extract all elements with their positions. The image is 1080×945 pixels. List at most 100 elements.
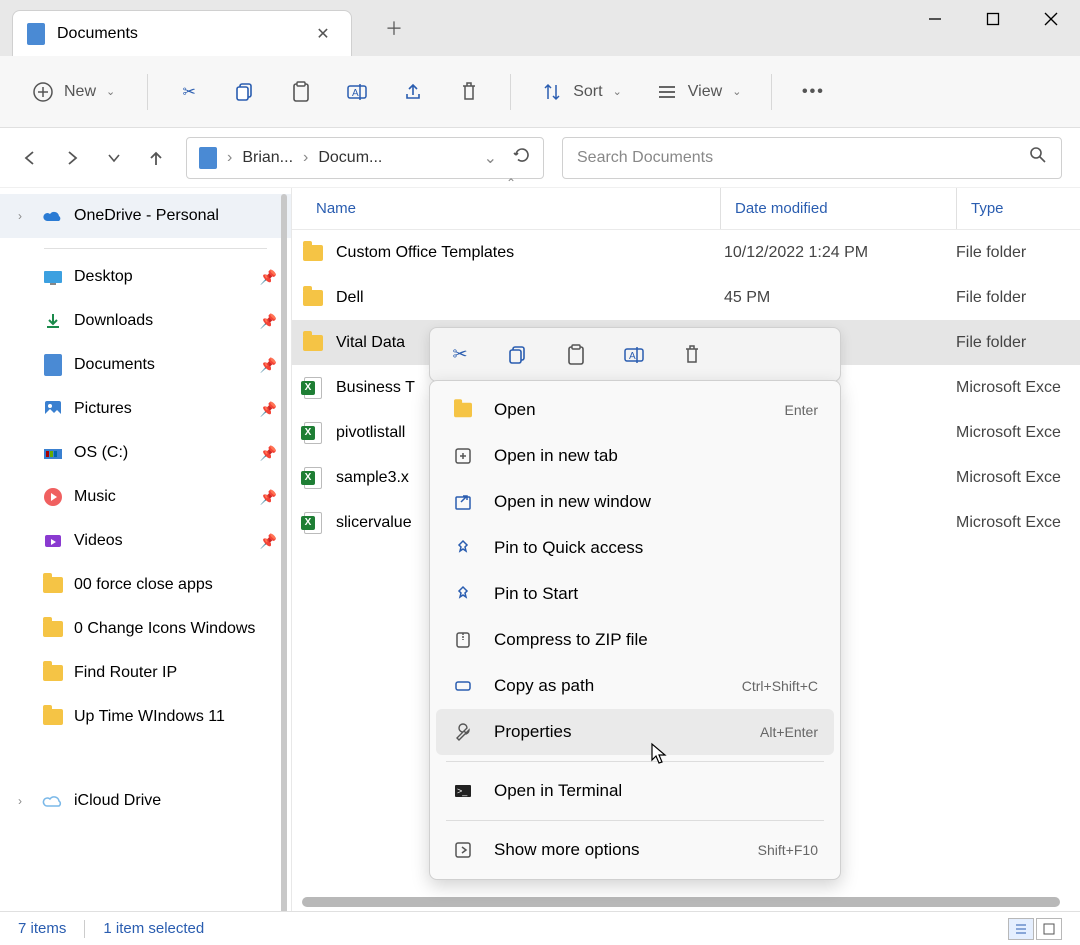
- table-row[interactable]: Dell 45 PM File folder: [292, 275, 1080, 320]
- more-icon: [452, 839, 474, 861]
- search-input[interactable]: Search Documents: [562, 137, 1062, 179]
- context-menu-item[interactable]: >_ Open in Terminal: [436, 768, 834, 814]
- cut-button[interactable]: ✂: [168, 72, 210, 112]
- sort-icon: [541, 81, 563, 103]
- separator: [771, 74, 772, 110]
- thumbnail-view-button[interactable]: [1036, 918, 1062, 940]
- sidebar-icon: [42, 618, 64, 640]
- sidebar-item[interactable]: Find Router IP: [0, 651, 291, 695]
- context-menu-label: Properties: [494, 722, 571, 742]
- column-type[interactable]: Type: [956, 188, 1004, 229]
- context-menu-label: Copy as path: [494, 676, 594, 696]
- separator: [510, 74, 511, 110]
- sidebar-item[interactable]: Desktop 📌: [0, 255, 291, 299]
- context-menu-item[interactable]: Open in new tab: [436, 433, 834, 479]
- pin-icon: [452, 583, 474, 605]
- copy-button[interactable]: [224, 72, 266, 112]
- breadcrumb[interactable]: Docum...: [318, 149, 382, 167]
- copy-icon[interactable]: [506, 343, 530, 367]
- chevron-down-icon: ⌄: [613, 85, 622, 98]
- clipboard-icon[interactable]: [564, 343, 588, 367]
- close-tab-icon[interactable]: ✕: [309, 20, 337, 48]
- file-type: Microsoft Exce: [956, 469, 1061, 487]
- close-window-button[interactable]: [1022, 0, 1080, 38]
- sidebar-item-onedrive[interactable]: › OneDrive - Personal: [0, 194, 291, 238]
- forward-button[interactable]: [60, 146, 84, 170]
- context-menu-item[interactable]: Pin to Start: [436, 571, 834, 617]
- separator: [84, 920, 85, 938]
- delete-button[interactable]: [448, 72, 490, 112]
- excel-icon: [302, 512, 324, 534]
- sidebar-icon: [42, 530, 64, 552]
- context-menu-item[interactable]: Open in new window: [436, 479, 834, 525]
- sidebar-item[interactable]: 00 force close apps: [0, 563, 291, 607]
- ellipsis-icon: •••: [802, 81, 824, 103]
- back-button[interactable]: [18, 146, 42, 170]
- rename-button[interactable]: A: [336, 72, 378, 112]
- sidebar-item-label: Documents: [74, 356, 155, 374]
- new-button[interactable]: New ⌄: [20, 72, 127, 112]
- column-name[interactable]: Name: [316, 200, 720, 217]
- pin-icon: 📌: [260, 357, 277, 374]
- details-view-button[interactable]: [1008, 918, 1034, 940]
- sort-button[interactable]: Sort ⌄: [531, 72, 632, 112]
- selection-count: 1 item selected: [103, 920, 204, 937]
- context-menu-item[interactable]: Compress to ZIP file: [436, 617, 834, 663]
- sidebar-item-icloud[interactable]: › iCloud Drive: [0, 779, 291, 823]
- context-menu-item[interactable]: Copy as path Ctrl+Shift+C: [436, 663, 834, 709]
- new-tab-button[interactable]: ＋: [380, 14, 408, 42]
- column-date[interactable]: Date modified: [720, 188, 930, 229]
- scrollbar-thumb[interactable]: [281, 194, 287, 911]
- sidebar-item[interactable]: Up Time WIndows 11: [0, 695, 291, 739]
- trash-icon[interactable]: [680, 343, 704, 367]
- scissors-icon[interactable]: ✂: [448, 343, 472, 367]
- view-toggles: [1008, 918, 1062, 940]
- file-type: File folder: [956, 289, 1026, 307]
- file-type: Microsoft Exce: [956, 514, 1061, 532]
- new-label: New: [64, 83, 96, 101]
- context-menu-label: Pin to Start: [494, 584, 578, 604]
- sidebar-item-label: OS (C:): [74, 444, 128, 462]
- sidebar-item[interactable]: OS (C:) 📌: [0, 431, 291, 475]
- paste-button[interactable]: [280, 72, 322, 112]
- rename-icon[interactable]: A: [622, 343, 646, 367]
- share-icon: [402, 81, 424, 103]
- chevron-down-icon[interactable]: ⌄: [484, 148, 497, 168]
- table-row[interactable]: Custom Office Templates 10/12/2022 1:24 …: [292, 230, 1080, 275]
- context-menu-item[interactable]: Properties Alt+Enter: [436, 709, 834, 755]
- chevron-right-icon: ›: [18, 209, 32, 223]
- copy-icon: [234, 81, 256, 103]
- folder-icon: [452, 399, 474, 421]
- minimize-button[interactable]: [906, 0, 964, 38]
- context-menu-item[interactable]: Open Enter: [436, 387, 834, 433]
- maximize-button[interactable]: [964, 0, 1022, 38]
- share-button[interactable]: [392, 72, 434, 112]
- up-button[interactable]: [144, 146, 168, 170]
- sidebar-item-label: Find Router IP: [74, 664, 177, 682]
- view-button[interactable]: View ⌄: [646, 72, 752, 112]
- sidebar-item[interactable]: Videos 📌: [0, 519, 291, 563]
- horizontal-scrollbar[interactable]: [302, 897, 1060, 907]
- newwin-icon: [452, 491, 474, 513]
- columns-header: Name Date modified Type: [292, 188, 1080, 230]
- navbar: › Brian... › Docum... ⌄ Search Documents: [0, 128, 1080, 188]
- sidebar-item[interactable]: Documents 📌: [0, 343, 291, 387]
- refresh-icon[interactable]: [513, 146, 531, 169]
- sidebar-item[interactable]: Music 📌: [0, 475, 291, 519]
- sidebar-item[interactable]: Pictures 📌: [0, 387, 291, 431]
- separator: [446, 761, 824, 762]
- context-menu-item[interactable]: Show more options Shift+F10: [436, 827, 834, 873]
- more-button[interactable]: •••: [792, 72, 834, 112]
- plus-circle-icon: [32, 81, 54, 103]
- recent-button[interactable]: [102, 146, 126, 170]
- sidebar-item[interactable]: 0 Change Icons Windows: [0, 607, 291, 651]
- shortcut-label: Alt+Enter: [760, 724, 818, 740]
- tab-documents[interactable]: Documents ✕: [12, 10, 352, 56]
- breadcrumb[interactable]: Brian...: [242, 149, 293, 167]
- address-bar[interactable]: › Brian... › Docum... ⌄: [186, 137, 544, 179]
- context-menu-item[interactable]: Pin to Quick access: [436, 525, 834, 571]
- context-menu-label: Open in new window: [494, 492, 651, 512]
- scissors-icon: ✂: [178, 81, 200, 103]
- sidebar-item[interactable]: Downloads 📌: [0, 299, 291, 343]
- file-type: File folder: [956, 244, 1026, 262]
